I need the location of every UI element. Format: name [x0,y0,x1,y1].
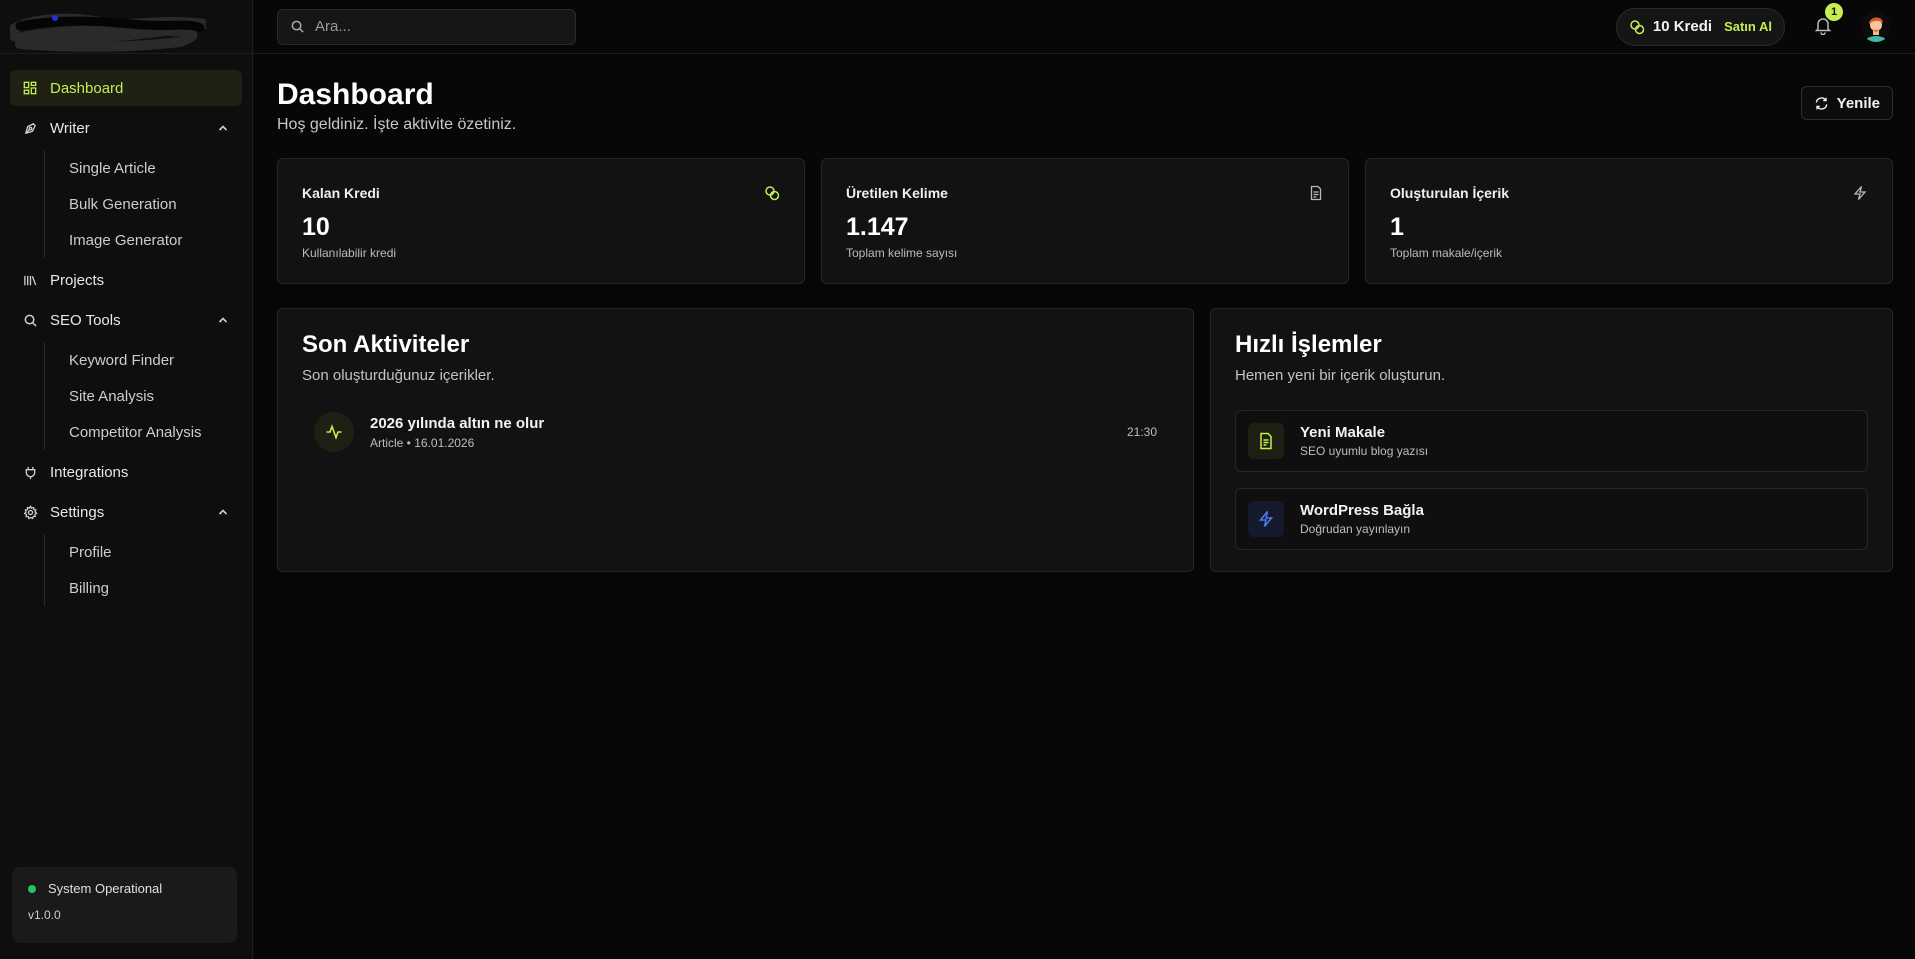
page-title: Dashboard [277,78,434,111]
settings-submenu: Profile Billing [44,534,242,606]
stats-row: Kalan Kredi 10 Kullanılabilir kredi Üret… [277,158,1893,284]
lightning-icon [1853,186,1867,200]
stat-description: Kullanılabilir kredi [302,246,397,260]
sidebar-item-seo-tools[interactable]: SEO Tools [10,302,242,338]
stat-value: 1 [1390,213,1404,241]
document-icon [1310,185,1322,201]
logo-scribble [10,13,207,52]
panel-subtitle: Son oluşturduğunuz içerikler. [302,367,495,384]
sidebar-item-projects[interactable]: Projects [10,262,242,298]
sidebar-item-billing[interactable]: Billing [45,570,242,606]
search-icon [22,312,38,328]
library-icon [22,272,38,288]
sidebar-item-image-generator[interactable]: Image Generator [45,222,242,258]
sidebar-item-label: Settings [50,503,105,521]
grid-icon [22,80,38,96]
panel-title: Hızlı İşlemler [1235,331,1382,358]
sidebar-item-label: Integrations [50,463,129,481]
plug-icon [22,464,38,480]
chevron-up-icon[interactable] [216,313,230,327]
search-box[interactable] [277,8,576,45]
credit-pill[interactable]: 10 Kredi Satın Al [1615,7,1785,46]
recent-activity-panel: Son Aktiviteler Son oluşturduğunuz içeri… [277,308,1194,572]
stat-value: 1.147 [846,213,909,241]
system-status-card: System Operational v1.0.0 [12,867,237,943]
buy-credits-button[interactable]: Satın Al [1724,19,1772,34]
stat-card-credits: Kalan Kredi 10 Kullanılabilir kredi [277,158,805,284]
coins-icon [1630,19,1645,34]
connect-wordpress-button[interactable]: WordPress Bağla Doğrudan yayınlayın [1235,488,1868,550]
refresh-button[interactable]: Yenile [1800,86,1893,120]
sidebar-item-writer[interactable]: Writer [10,110,242,146]
search-icon [291,20,304,33]
refresh-icon [1815,96,1827,110]
sidebar: Dashboard Writer Single Article Bulk Gen… [0,0,253,959]
quick-action-desc: SEO uyumlu blog yazısı [1300,444,1429,458]
panel-subtitle: Hemen yeni bir içerik oluşturun. [1235,367,1446,384]
quick-action-title: WordPress Bağla [1300,502,1424,519]
gear-icon [22,504,38,520]
sidebar-item-dashboard[interactable]: Dashboard [10,70,242,106]
avatar[interactable] [1861,11,1891,42]
sidebar-item-label: SEO Tools [50,311,121,329]
panel-title: Son Aktiviteler [302,331,470,358]
logo[interactable] [0,0,252,54]
status-dot-icon [28,884,36,893]
activity-icon [314,412,354,452]
sidebar-item-site-analysis[interactable]: Site Analysis [45,378,242,414]
activity-item[interactable]: 2026 yılında altın ne olur Article • 16.… [302,412,1169,452]
sidebar-item-bulk-generation[interactable]: Bulk Generation [45,186,242,222]
writer-submenu: Single Article Bulk Generation Image Gen… [44,150,242,258]
quick-actions-panel: Hızlı İşlemler Hemen yeni bir içerik olu… [1210,308,1893,572]
stat-value: 10 [302,213,330,241]
credit-count: 10 Kredi [1652,18,1713,35]
status-label: System Operational [48,881,163,896]
main-area: 10 Kredi Satın Al 1 [253,0,1915,959]
chevron-up-icon[interactable] [216,505,230,519]
version-label: v1.0.0 [28,908,61,922]
stat-description: Toplam makale/içerik [1390,246,1503,260]
sidebar-item-competitor-analysis[interactable]: Competitor Analysis [45,414,242,450]
sidebar-item-keyword-finder[interactable]: Keyword Finder [45,342,242,378]
activity-meta: Article • 16.01.2026 [370,435,475,450]
notification-badge: 1 [1825,2,1843,21]
sidebar-item-label: Dashboard [50,79,124,97]
sidebar-item-settings[interactable]: Settings [10,494,242,530]
dashboard-content: Dashboard Hoş geldiniz. İşte aktivite öz… [253,54,1915,572]
refresh-label: Yenile [1836,94,1880,112]
pen-icon [22,120,38,136]
sidebar-item-label: Writer [50,119,90,137]
search-input[interactable] [315,18,555,35]
new-article-button[interactable]: Yeni Makale SEO uyumlu blog yazısı [1235,410,1868,472]
activity-title: 2026 yılında altın ne olur [370,414,545,432]
lightning-icon [1248,501,1284,537]
coins-icon [765,186,780,201]
stat-card-content: Oluşturulan İçerik 1 Toplam makale/içeri… [1365,158,1893,284]
user-avatar-icon [1861,11,1891,42]
topbar: 10 Kredi Satın Al 1 [253,0,1915,54]
stat-label: Oluşturulan İçerik [1390,185,1510,201]
stat-card-words: Üretilen Kelime 1.147 Toplam kelime sayı… [821,158,1349,284]
sidebar-item-profile[interactable]: Profile [45,534,242,570]
sidebar-nav: Dashboard Writer Single Article Bulk Gen… [0,54,252,606]
page-subtitle: Hoş geldiniz. İşte aktivite özetiniz. [277,116,517,133]
stat-description: Toplam kelime sayısı [846,246,958,260]
chevron-up-icon[interactable] [216,121,230,135]
notifications-button[interactable]: 1 [1813,2,1843,39]
sidebar-item-single-article[interactable]: Single Article [45,150,242,186]
file-text-icon [1248,423,1284,459]
sidebar-item-integrations[interactable]: Integrations [10,454,242,490]
activity-time: 21:30 [1126,425,1157,439]
sidebar-item-label: Projects [50,271,105,289]
stat-label: Üretilen Kelime [846,185,948,201]
seo-tools-submenu: Keyword Finder Site Analysis Competitor … [44,342,242,450]
quick-action-title: Yeni Makale [1300,424,1386,441]
quick-action-desc: Doğrudan yayınlayın [1300,522,1411,536]
stat-label: Kalan Kredi [302,185,380,201]
